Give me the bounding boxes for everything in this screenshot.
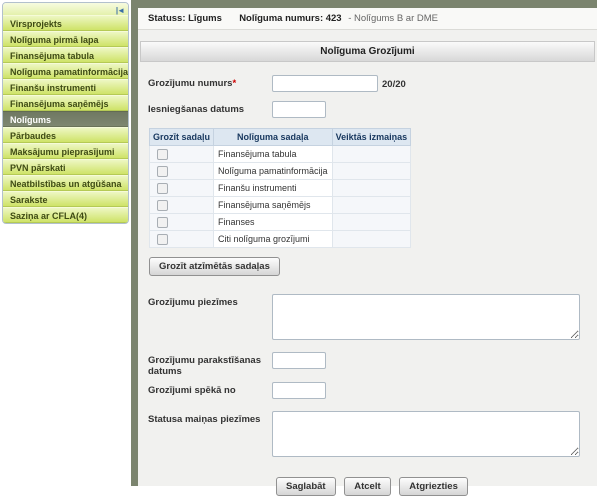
agreement-number: Nolīguma numurs: 423 [239, 13, 341, 24]
sidebar-item-finans-juma-sa-m-js[interactable]: Finansējuma saņēmējs [3, 95, 128, 111]
table-row: Finanses [150, 214, 411, 231]
grozit-sections-button[interactable]: Grozīt atzīmētās sadaļas [149, 257, 280, 276]
column-header-sadala: Nolīguma sadaļa [214, 129, 333, 146]
required-marker: * [232, 78, 236, 89]
agreement-title: - Nolīgums B ar DME [348, 13, 438, 24]
table-row: Nolīguma pamatinformācija [150, 163, 411, 180]
grozijumu-numurs-label: Grozījumu numurs* [148, 75, 272, 89]
page-title: Nolīguma Grozījumi [140, 41, 595, 62]
statusa-piezimes-label: Statusa maiņas piezīmes [148, 411, 272, 425]
char-counter: 20/20 [382, 75, 406, 90]
sidebar-menu: VirsprojektsNolīguma pirmā lapaFinansēju… [3, 15, 128, 223]
checkbox-cell [150, 214, 214, 231]
sidebar-item-p-rbaudes[interactable]: Pārbaudes [3, 127, 128, 143]
speka-no-label: Grozījumi spēkā no [148, 382, 272, 396]
section-checkbox[interactable] [157, 217, 168, 228]
section-changes [332, 180, 411, 197]
section-changes [332, 163, 411, 180]
sidebar-collapse-icon[interactable]: |◄ [116, 6, 124, 15]
sidebar-item-finans-juma-tabula[interactable]: Finansējuma tabula [3, 47, 128, 63]
section-name: Citi nolīguma grozījumi [214, 231, 333, 248]
iesniegsanas-datums-label: Iesniegšanas datums [148, 101, 272, 115]
section-checkbox[interactable] [157, 149, 168, 160]
checkbox-cell [150, 197, 214, 214]
checkbox-cell [150, 180, 214, 197]
main-content: Statuss: Līgums Nolīguma numurs: 423 - N… [131, 0, 597, 486]
speka-no-input[interactable] [272, 382, 326, 399]
sidebar-item-pvn-p-rskati[interactable]: PVN pārskati [3, 159, 128, 175]
checkbox-cell [150, 146, 214, 163]
section-checkbox[interactable] [157, 234, 168, 245]
save-button[interactable]: Saglabāt [276, 477, 336, 496]
iesniegsanas-datums-input[interactable] [272, 101, 326, 118]
statusa-piezimes-textarea[interactable] [272, 411, 580, 457]
piezimes-textarea[interactable] [272, 294, 580, 340]
sidebar-header: |◄ [3, 3, 128, 15]
grozijumu-numurs-input[interactable] [272, 75, 378, 92]
sidebar-item-sarakste[interactable]: Sarakste [3, 191, 128, 207]
section-changes [332, 231, 411, 248]
section-name: Finansējuma tabula [214, 146, 333, 163]
table-row: Citi nolīguma grozījumi [150, 231, 411, 248]
piezimes-label: Grozījumu piezīmes [148, 294, 272, 308]
back-button[interactable]: Atgriezties [399, 477, 468, 496]
sidebar-item-maks-jumu-piepras-jumi[interactable]: Maksājumu pieprasījumi [3, 143, 128, 159]
section-changes [332, 197, 411, 214]
section-name: Finansējuma saņēmējs [214, 197, 333, 214]
spacer [138, 30, 597, 41]
sidebar-item-sazi-a-ar-cfla-4-[interactable]: Saziņa ar CFLA(4) [3, 207, 128, 223]
status-bar: Statuss: Līgums Nolīguma numurs: 423 - N… [138, 8, 597, 30]
sidebar-item-nol-guma-pirm-lapa[interactable]: Nolīguma pirmā lapa [3, 31, 128, 47]
cancel-button[interactable]: Atcelt [344, 477, 390, 496]
amendments-form: Grozījumu numurs* 20/20 Iesniegšanas dat… [138, 62, 597, 496]
table-row: Finanšu instrumenti [150, 180, 411, 197]
top-accent-bar [138, 0, 597, 8]
sidebar-item-neatbilst-bas-un-atg-ana[interactable]: Neatbilstības un atgūšana [3, 175, 128, 191]
sidebar-item-virsprojekts[interactable]: Virsprojekts [3, 15, 128, 31]
table-header-row: Grozīt sadaļu Nolīguma sadaļa Veiktās iz… [150, 129, 411, 146]
section-changes [332, 146, 411, 163]
section-checkbox[interactable] [157, 200, 168, 211]
sidebar-item-finan-u-instrumenti[interactable]: Finanšu instrumenti [3, 79, 128, 95]
parakstisanas-label: Grozījumu parakstīšanas datums [148, 352, 272, 377]
column-header-grozit: Grozīt sadaļu [150, 129, 214, 146]
section-checkbox[interactable] [157, 183, 168, 194]
sidebar-item-nol-gums[interactable]: Nolīgums [3, 111, 128, 127]
sections-table: Grozīt sadaļu Nolīguma sadaļa Veiktās iz… [149, 128, 411, 248]
status-value: Statuss: Līgums [148, 13, 222, 24]
section-changes [332, 214, 411, 231]
table-row: Finansējuma tabula [150, 146, 411, 163]
sidebar-item-nol-guma-pamatinform-cija[interactable]: Nolīguma pamatinformācija [3, 63, 128, 79]
parakstisanas-input[interactable] [272, 352, 326, 369]
section-name: Finanses [214, 214, 333, 231]
action-buttons: Saglabāt Atcelt Atgriezties [276, 477, 597, 496]
sidebar: |◄ VirsprojektsNolīguma pirmā lapaFinans… [2, 2, 129, 224]
checkbox-cell [150, 231, 214, 248]
section-name: Finanšu instrumenti [214, 180, 333, 197]
section-name: Nolīguma pamatinformācija [214, 163, 333, 180]
column-header-izmainas: Veiktās izmaiņas [332, 129, 411, 146]
checkbox-cell [150, 163, 214, 180]
section-checkbox[interactable] [157, 166, 168, 177]
table-row: Finansējuma saņēmējs [150, 197, 411, 214]
sections-table-body: Finansējuma tabulaNolīguma pamatinformāc… [150, 146, 411, 248]
